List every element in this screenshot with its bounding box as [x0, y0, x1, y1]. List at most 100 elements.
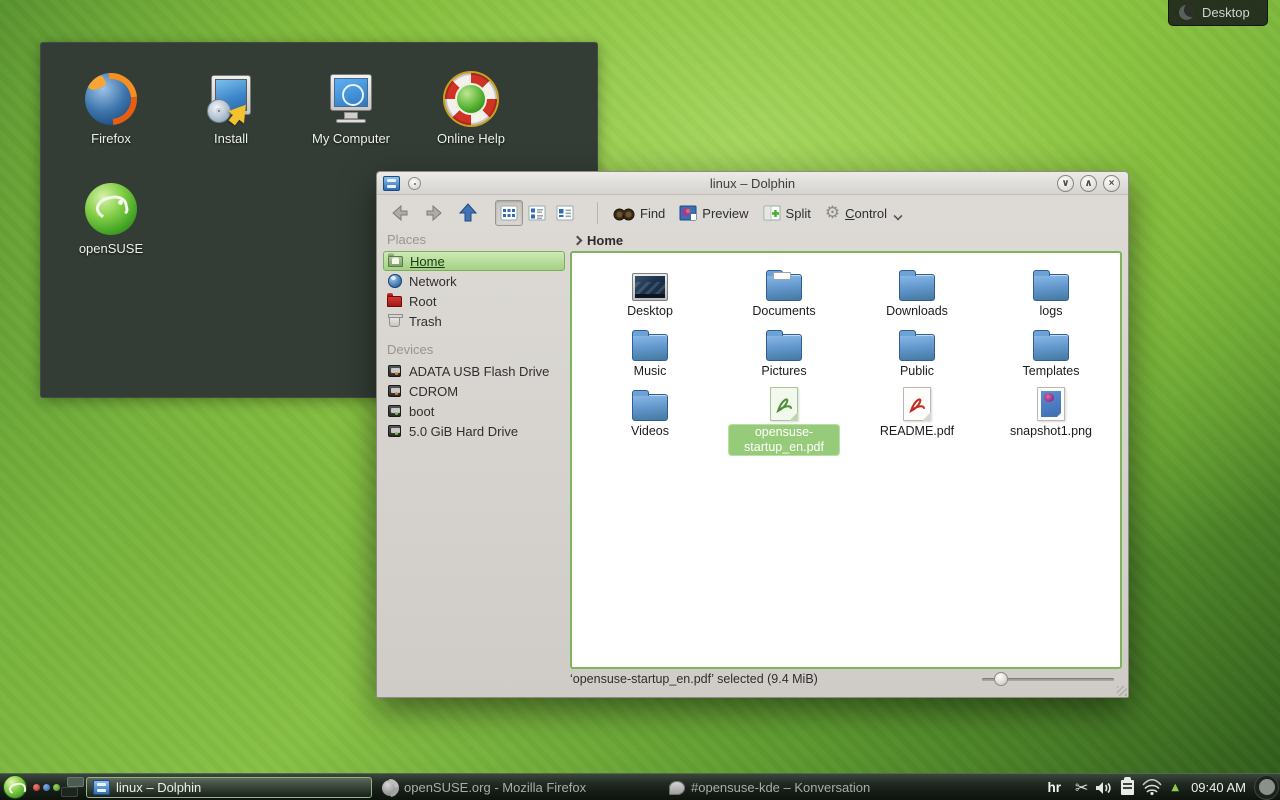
firefox-task-icon [382, 780, 398, 796]
control-button[interactable]: ⚙ Control [820, 200, 907, 226]
kickoff-menu-button[interactable] [3, 775, 27, 799]
preview-button[interactable]: Preview [674, 202, 753, 224]
folder-icon [857, 261, 977, 301]
places-item-home[interactable]: Home [383, 251, 565, 271]
file-item-snapshot-png[interactable]: snapshot1.png [991, 381, 1111, 439]
file-label: Downloads [857, 304, 977, 319]
desktop-icon-firefox[interactable]: Firefox [63, 73, 159, 146]
find-button[interactable]: Find [608, 202, 670, 224]
window-title: linux – Dolphin [377, 176, 1128, 191]
window-resize-grip[interactable] [1117, 686, 1127, 696]
network-globe-icon [387, 273, 403, 289]
panel-cashew-icon[interactable] [1254, 775, 1279, 800]
minimize-button[interactable]: ∨ [1057, 175, 1074, 192]
details-view-button[interactable] [523, 200, 551, 226]
file-label: Pictures [724, 364, 844, 379]
icons-view-button[interactable] [495, 200, 523, 226]
device-item-adata-usb[interactable]: ADATA USB Flash Drive [383, 361, 565, 381]
usb-drive-icon [387, 363, 403, 379]
file-item-pictures[interactable]: Pictures [724, 321, 844, 379]
clipboard-device-icon[interactable] [1114, 774, 1141, 800]
desktop-toolbox[interactable]: Desktop [1168, 0, 1268, 26]
device-item-hard-drive[interactable]: 5.0 GiB Hard Drive [383, 421, 565, 441]
desktop-icon-label: My Computer [303, 131, 399, 146]
title-bar[interactable]: linux – Dolphin ∨ ∧ × [377, 172, 1128, 195]
split-label: Split [786, 206, 811, 221]
places-item-label: Root [409, 294, 436, 309]
device-item-cdrom[interactable]: CDROM [383, 381, 565, 401]
file-item-desktop[interactable]: Desktop [590, 261, 710, 319]
up-button[interactable] [453, 200, 483, 226]
task-button-dolphin[interactable]: linux – Dolphin [86, 777, 372, 798]
trash-icon [387, 313, 403, 329]
green-dot-icon [53, 784, 60, 791]
file-item-documents[interactable]: Documents [724, 261, 844, 319]
file-label: Public [857, 364, 977, 379]
icons-view-icon [500, 205, 518, 221]
chevron-down-icon [894, 212, 902, 220]
back-button[interactable] [385, 201, 415, 225]
volume-icon[interactable] [1094, 774, 1114, 800]
breadcrumb-arrow-icon [573, 235, 583, 245]
breadcrumb-home[interactable]: Home [587, 233, 623, 248]
root-folder-icon [387, 293, 403, 309]
desktop-toolbox-label: Desktop [1202, 5, 1250, 20]
file-label: logs [991, 304, 1111, 319]
keyboard-layout-indicator[interactable]: hr [1039, 774, 1069, 800]
maximize-button[interactable]: ∧ [1080, 175, 1097, 192]
device-item-label: CDROM [409, 384, 458, 399]
dolphin-window: linux – Dolphin ∨ ∧ × [376, 171, 1129, 698]
task-label: linux – Dolphin [116, 780, 201, 795]
desktop-icon-install[interactable]: Install [183, 73, 279, 146]
zoom-slider[interactable] [982, 672, 1114, 686]
clock[interactable]: 09:40 AM [1187, 774, 1254, 800]
pager-desktop-2[interactable] [61, 787, 78, 797]
desktop-pager[interactable] [60, 775, 85, 799]
forward-button[interactable] [419, 201, 449, 225]
desktop-icon-opensuse[interactable]: openSUSE [63, 183, 159, 256]
file-item-videos[interactable]: Videos [590, 381, 710, 439]
split-button[interactable]: Split [758, 202, 816, 224]
places-item-label: Network [409, 274, 457, 289]
dolphin-app-icon[interactable] [383, 176, 400, 191]
klipper-scissors-icon[interactable]: ✂ [1069, 774, 1094, 800]
task-button-firefox[interactable]: openSUSE.org - Mozilla Firefox [376, 777, 660, 798]
file-view[interactable]: Desktop Documents Downloads logs Music P… [570, 251, 1122, 669]
folder-icon [991, 321, 1111, 361]
desktop-icon-label: openSUSE [63, 241, 159, 256]
pin-button[interactable] [408, 177, 421, 190]
network-signal-icon[interactable] [1141, 774, 1163, 800]
zoom-slider-handle[interactable] [994, 672, 1008, 686]
activity-dots[interactable] [33, 784, 60, 791]
task-label: openSUSE.org - Mozilla Firefox [404, 780, 586, 795]
file-label-selected: opensuse-startup_en.pdf [728, 424, 840, 456]
preview-image-icon [679, 205, 697, 221]
task-label: #opensuse-kde – Konversation [691, 780, 870, 795]
columns-view-button[interactable] [551, 200, 579, 226]
file-item-opensuse-startup-pdf[interactable]: opensuse-startup_en.pdf [724, 381, 844, 456]
places-item-trash[interactable]: Trash [383, 311, 565, 331]
folder-icon [724, 261, 844, 301]
file-item-templates[interactable]: Templates [991, 321, 1111, 379]
close-button[interactable]: × [1103, 175, 1120, 192]
pager-desktop-1[interactable] [67, 777, 84, 787]
toolbar-separator [597, 202, 598, 224]
file-item-readme-pdf[interactable]: README.pdf [857, 381, 977, 439]
file-item-music[interactable]: Music [590, 321, 710, 379]
desktop-icon-my-computer[interactable]: My Computer [303, 73, 399, 146]
file-item-logs[interactable]: logs [991, 261, 1111, 319]
file-item-downloads[interactable]: Downloads [857, 261, 977, 319]
device-item-boot[interactable]: boot [383, 401, 565, 421]
tray-expander-icon[interactable]: ▲ [1163, 774, 1187, 800]
places-item-network[interactable]: Network [383, 271, 565, 291]
file-item-public[interactable]: Public [857, 321, 977, 379]
task-button-konversation[interactable]: #opensuse-kde – Konversation [663, 777, 947, 798]
desktop-monitor-icon [590, 261, 710, 301]
desktop-icon-label: Online Help [423, 131, 519, 146]
places-item-root[interactable]: Root [383, 291, 565, 311]
location-bar[interactable]: Home [570, 229, 1122, 251]
desktop-icon-online-help[interactable]: Online Help [423, 73, 519, 146]
lifebuoy-icon [445, 73, 497, 125]
device-item-label: boot [409, 404, 434, 419]
my-computer-icon [325, 73, 377, 125]
